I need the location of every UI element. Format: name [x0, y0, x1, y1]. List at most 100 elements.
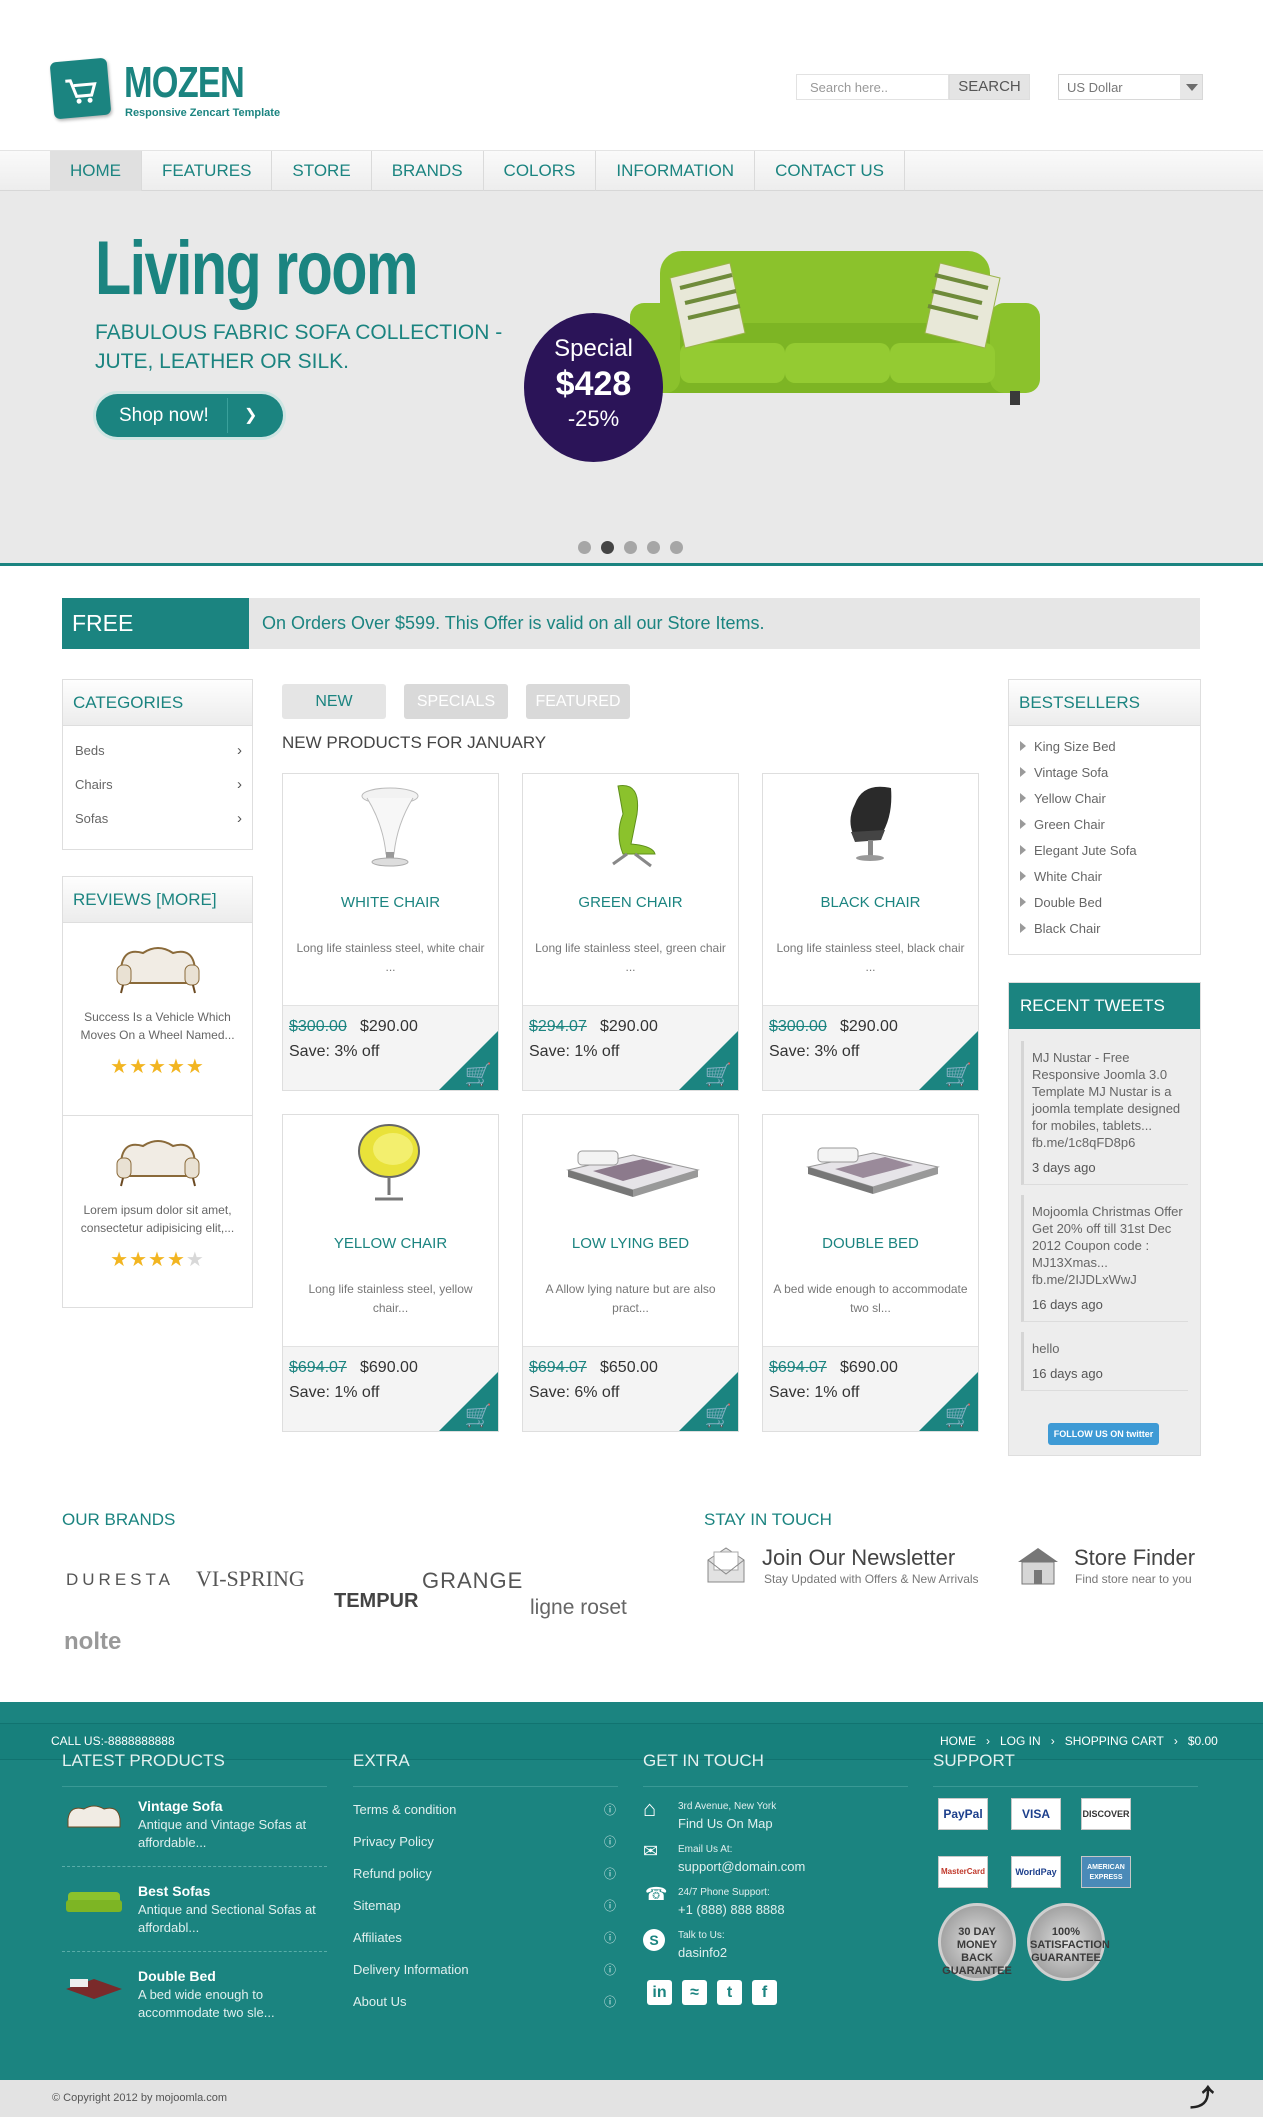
- latest-product-item[interactable]: Vintage Sofa Antique and Vintage Sofas at…: [62, 1797, 327, 1852]
- basket-icon[interactable]: 🛒: [945, 1403, 972, 1429]
- footer-link-cart[interactable]: SHOPPING CART: [1065, 1734, 1164, 1748]
- review-item[interactable]: Success Is a Vehicle Which Moves On a Wh…: [63, 923, 252, 1116]
- product-card[interactable]: DOUBLE BED A bed wide enough to accommod…: [762, 1114, 979, 1432]
- basket-icon[interactable]: 🛒: [705, 1062, 732, 1088]
- product-name[interactable]: GREEN CHAIR: [523, 894, 738, 911]
- bestseller-item[interactable]: White Chair: [1009, 864, 1200, 890]
- nav-information[interactable]: INFORMATION: [596, 151, 756, 191]
- contact-skype[interactable]: S Talk to Us: dasinfo2: [643, 1927, 727, 1961]
- scroll-top-icon[interactable]: ⤴: [1190, 2080, 1214, 2117]
- product-card[interactable]: GREEN CHAIR Long life stainless steel, g…: [522, 773, 739, 1091]
- bestsellers-title: BESTSELLERS: [1009, 680, 1200, 726]
- basket-icon[interactable]: 🛒: [465, 1403, 492, 1429]
- latest-product-item[interactable]: Best Sofas Antique and Sectional Sofas at…: [62, 1882, 327, 1937]
- category-sofas[interactable]: Sofas ›: [63, 802, 252, 836]
- footer-link[interactable]: Refund policy ⓘ: [353, 1858, 618, 1890]
- tweet-link[interactable]: fb.me/1c8qFD8p6: [1032, 1134, 1188, 1151]
- slider-dot-active[interactable]: [601, 541, 614, 554]
- bestseller-item[interactable]: Black Chair: [1009, 916, 1200, 942]
- footer-link[interactable]: About Us ⓘ: [353, 1986, 618, 2018]
- old-price: $294.07: [529, 1018, 587, 1035]
- linkedin-icon[interactable]: in: [647, 1980, 672, 2005]
- tab-specials[interactable]: SPECIALS: [404, 684, 508, 719]
- tab-new[interactable]: NEW: [282, 684, 386, 719]
- tab-featured[interactable]: FEATURED: [526, 684, 630, 719]
- save-text: Save: 1% off: [769, 1384, 860, 1401]
- search-button[interactable]: SEARCH: [949, 74, 1030, 100]
- contact-small: 3rd Avenue, New York: [678, 1801, 777, 1812]
- cart-total[interactable]: $0.00: [1188, 1734, 1218, 1748]
- circle-chevron-icon: ⓘ: [603, 1931, 616, 1945]
- get-in-touch-title: GET IN TOUCH: [643, 1751, 764, 1770]
- footer-link[interactable]: Terms & condition ⓘ: [353, 1794, 618, 1826]
- product-card[interactable]: WHITE CHAIR Long life stainless steel, w…: [282, 773, 499, 1091]
- product-card[interactable]: LOW LYING BED A Allow lying nature but a…: [522, 1114, 739, 1432]
- reviews-title[interactable]: REVIEWS [MORE]: [63, 877, 252, 923]
- basket-icon[interactable]: 🛒: [945, 1062, 972, 1088]
- basket-icon[interactable]: 🛒: [465, 1062, 492, 1088]
- contact-phone[interactable]: ☎ 24/7 Phone Support: +1 (888) 888 8888: [643, 1884, 785, 1918]
- nav-colors[interactable]: COLORS: [484, 151, 597, 191]
- contact-small: Talk to Us:: [678, 1930, 725, 1941]
- product-name[interactable]: LOW LYING BED: [523, 1235, 738, 1252]
- product-card[interactable]: YELLOW CHAIR Long life stainless steel, …: [282, 1114, 499, 1432]
- search-input[interactable]: Search here..: [796, 74, 949, 100]
- logo-cart-icon[interactable]: [49, 57, 112, 120]
- bestseller-item[interactable]: Vintage Sofa: [1009, 760, 1200, 786]
- brand-logo-duresta[interactable]: DURESTA: [66, 1570, 174, 1590]
- review-item[interactable]: Lorem ipsum dolor sit amet, consectetur …: [63, 1116, 252, 1309]
- price: $690.00: [840, 1359, 898, 1376]
- footer-link-login[interactable]: LOG IN: [1000, 1734, 1041, 1748]
- slider-dot[interactable]: [647, 541, 660, 554]
- footer-link[interactable]: Privacy Policy ⓘ: [353, 1826, 618, 1858]
- store-finder-title[interactable]: Store Finder: [1074, 1545, 1195, 1571]
- basket-icon[interactable]: 🛒: [705, 1403, 732, 1429]
- rss-icon[interactable]: ≈: [682, 1980, 707, 2005]
- latest-product-item[interactable]: Double Bed A bed wide enough to accommoda…: [62, 1967, 327, 2022]
- badge-label: Special: [554, 335, 633, 362]
- tweet-link[interactable]: fb.me/2IJDLxWwJ: [1032, 1271, 1188, 1288]
- brand-logo-nolte[interactable]: nolte: [64, 1628, 121, 1656]
- slider-dot[interactable]: [578, 541, 591, 554]
- shop-now-button[interactable]: Shop now! ❯: [96, 394, 283, 437]
- footer-link-home[interactable]: HOME: [940, 1734, 976, 1748]
- bestseller-item[interactable]: Elegant Jute Sofa: [1009, 838, 1200, 864]
- product-card[interactable]: BLACK CHAIR Long life stainless steel, b…: [762, 773, 979, 1091]
- product-name[interactable]: YELLOW CHAIR: [283, 1235, 498, 1252]
- contact-address[interactable]: ⌂ 3rd Avenue, New York Find Us On Map: [643, 1798, 776, 1832]
- nav-contact-us[interactable]: CONTACT US: [755, 151, 906, 191]
- chevron-down-icon[interactable]: [1180, 75, 1202, 99]
- newsletter-title[interactable]: Join Our Newsletter: [762, 1545, 955, 1571]
- copyright-text: © Copyright 2012 by mojoomla.com: [52, 2092, 228, 2104]
- bestseller-item[interactable]: King Size Bed: [1009, 734, 1200, 760]
- brand-logo-vispring[interactable]: VI-SPRING: [196, 1566, 305, 1592]
- contact-main: dasinfo2: [678, 1945, 728, 1960]
- footer-link[interactable]: Delivery Information ⓘ: [353, 1954, 618, 1986]
- slider-dot[interactable]: [624, 541, 637, 554]
- category-beds[interactable]: Beds ›: [63, 734, 252, 768]
- product-name[interactable]: DOUBLE BED: [763, 1235, 978, 1252]
- brand-logo-tempur[interactable]: TEMPUR: [334, 1590, 418, 1613]
- slider-dot[interactable]: [670, 541, 683, 554]
- nav-features[interactable]: FEATURES: [142, 151, 273, 191]
- tumblr-icon[interactable]: t: [717, 1980, 742, 2005]
- footer-link[interactable]: Sitemap ⓘ: [353, 1890, 618, 1922]
- bestseller-item[interactable]: Double Bed: [1009, 890, 1200, 916]
- brand-logo-grange[interactable]: GRANGE: [422, 1568, 523, 1594]
- category-chairs[interactable]: Chairs ›: [63, 768, 252, 802]
- price: $650.00: [600, 1359, 658, 1376]
- bestseller-item[interactable]: Yellow Chair: [1009, 786, 1200, 812]
- follow-twitter-button[interactable]: FOLLOW US ON twitter: [1048, 1423, 1159, 1445]
- contact-email[interactable]: ✉ Email Us At: support@domain.com: [643, 1841, 805, 1875]
- bestseller-item[interactable]: Green Chair: [1009, 812, 1200, 838]
- nav-brands[interactable]: BRANDS: [372, 151, 484, 191]
- nav-home[interactable]: HOME: [50, 151, 142, 191]
- footer-link[interactable]: Affiliates ⓘ: [353, 1922, 618, 1954]
- brand-name[interactable]: MOZEN: [124, 58, 245, 108]
- facebook-icon[interactable]: f: [752, 1980, 777, 2005]
- brand-logo-ligne-roset[interactable]: ligne roset: [530, 1596, 627, 1620]
- product-name[interactable]: BLACK CHAIR: [763, 894, 978, 911]
- product-name[interactable]: WHITE CHAIR: [283, 894, 498, 911]
- nav-store[interactable]: STORE: [272, 151, 372, 191]
- shop-now-label: Shop now!: [119, 405, 209, 426]
